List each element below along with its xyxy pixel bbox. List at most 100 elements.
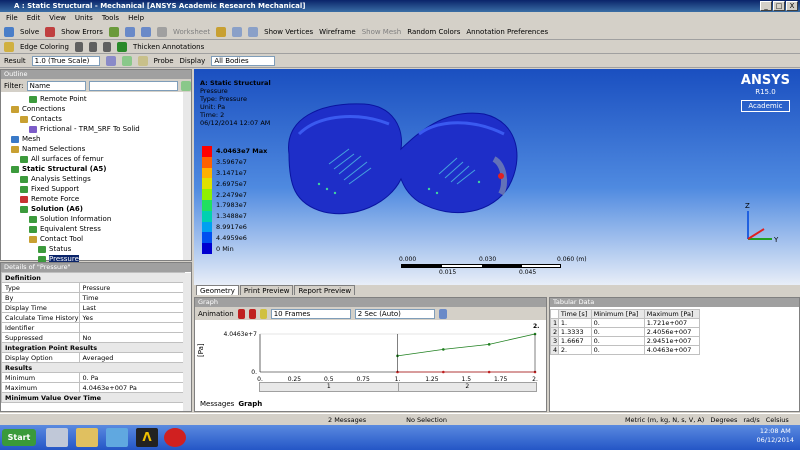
tabular-column-header[interactable]: Minimum [Pa] xyxy=(590,309,645,319)
table-row[interactable]: 2 1.3333 0. 2.4056e+007 xyxy=(550,327,701,337)
status-units[interactable]: Metric (m, kg, N, s, V, A) xyxy=(625,416,704,424)
tab-messages[interactable]: Messages xyxy=(200,400,234,408)
menu-view[interactable]: View xyxy=(49,12,66,25)
line-style-icon[interactable] xyxy=(88,41,97,52)
tree-item[interactable]: Contact Tool xyxy=(1,234,191,244)
wrench-icon[interactable] xyxy=(108,27,119,37)
tree-item[interactable]: Frictional - TRM_SRF To Solid xyxy=(1,124,191,134)
tree-item[interactable]: Named Selections xyxy=(1,144,191,154)
show-vertices-button[interactable]: Show Vertices xyxy=(264,28,313,36)
maximize-button[interactable]: □ xyxy=(773,1,785,11)
details-scrollbar[interactable] xyxy=(183,273,191,411)
select-icon[interactable] xyxy=(124,27,135,37)
tab-print-preview[interactable]: Print Preview xyxy=(239,285,294,295)
details-value[interactable]: Last xyxy=(78,302,186,313)
tree-item[interactable]: Contacts xyxy=(1,114,191,124)
taskbar-app-mechanical[interactable] xyxy=(164,428,186,447)
play-icon[interactable] xyxy=(237,308,245,319)
details-group[interactable]: Minimum Value Over Time xyxy=(1,392,185,403)
worksheet-button[interactable]: Worksheet xyxy=(173,28,210,36)
tabular-column-header[interactable]: Maximum [Pa] xyxy=(643,309,701,319)
vector-icon[interactable] xyxy=(137,55,148,66)
show-mesh-button[interactable]: Show Mesh xyxy=(362,28,402,36)
status-rads[interactable]: rad/s xyxy=(743,416,759,424)
taskbar-app-explorer[interactable] xyxy=(46,428,68,447)
tabular-column-header[interactable]: Time [s] xyxy=(557,309,592,319)
details-value[interactable]: Pressure xyxy=(78,282,186,293)
tree-item[interactable]: Remote Force xyxy=(1,194,191,204)
tab-geometry[interactable]: Geometry xyxy=(196,285,239,295)
start-button[interactable]: Start xyxy=(2,429,36,446)
line-icon[interactable] xyxy=(74,41,83,52)
annotation-preferences-button[interactable]: Annotation Preferences xyxy=(466,28,548,36)
menu-help[interactable]: Help xyxy=(128,12,144,25)
femur-model[interactable] xyxy=(279,94,529,224)
contour-icon[interactable] xyxy=(105,55,116,66)
load-step-2[interactable]: 2 xyxy=(399,383,537,391)
close-button[interactable]: X xyxy=(786,1,798,11)
edges-icon[interactable] xyxy=(121,55,132,66)
taskbar-app-ansys[interactable]: Λ xyxy=(136,428,158,447)
filter-input[interactable] xyxy=(89,80,179,91)
menu-tools[interactable]: Tools xyxy=(102,12,119,25)
table-row[interactable]: 4 2. 0. 4.0463e+007 xyxy=(550,345,701,355)
table-row[interactable]: 1 1. 0. 1.721e+007 xyxy=(550,318,701,328)
tree-item[interactable]: Solution (A6) xyxy=(1,204,191,214)
status-degrees[interactable]: Degrees xyxy=(710,416,737,424)
random-colors-button[interactable]: Random Colors xyxy=(407,28,460,36)
tree-item[interactable]: Equivalent Stress xyxy=(1,224,191,234)
show-errors-button[interactable]: Show Errors xyxy=(61,28,103,36)
minimize-button[interactable]: _ xyxy=(760,1,772,11)
menu-units[interactable]: Units xyxy=(75,12,93,25)
tab-graph[interactable]: Graph xyxy=(238,400,262,408)
details-group[interactable]: Integration Point Results xyxy=(1,342,185,353)
status-messages[interactable]: 2 Messages xyxy=(328,416,366,424)
edge-style-icon[interactable] xyxy=(102,41,111,52)
export-icon[interactable] xyxy=(438,308,447,319)
menu-edit[interactable]: Edit xyxy=(27,12,41,25)
tree-item[interactable]: Analysis Settings xyxy=(1,174,191,184)
axis-triad[interactable]: Z Y xyxy=(734,199,784,247)
pan-icon[interactable] xyxy=(232,27,243,37)
duration-dropdown[interactable]: 2 Sec (Auto) xyxy=(354,308,435,319)
wireframe-button[interactable]: Wireframe xyxy=(319,28,356,36)
tree-item[interactable]: Status xyxy=(1,244,191,254)
tree-item[interactable]: All surfaces of femur xyxy=(1,154,191,164)
display-dropdown[interactable]: All Bodies xyxy=(211,55,276,66)
details-group[interactable]: Definition xyxy=(1,272,185,283)
details-value[interactable]: 0. Pa xyxy=(78,372,186,383)
tree-item[interactable]: Connections xyxy=(1,104,191,114)
details-group[interactable]: Results xyxy=(1,362,185,373)
rotate-icon[interactable] xyxy=(216,27,227,37)
tree-item[interactable]: Fixed Support xyxy=(1,184,191,194)
details-value[interactable]: Yes xyxy=(78,312,186,323)
frames-dropdown[interactable]: 10 Frames xyxy=(270,308,351,319)
table-row[interactable]: 3 1.6667 0. 2.9451e+007 xyxy=(550,336,701,346)
tree-item[interactable]: Remote Point xyxy=(1,94,191,104)
thicken-annotations-button[interactable]: Thicken Annotations xyxy=(133,43,204,51)
probe-button[interactable]: Probe xyxy=(154,57,174,65)
filter-dropdown[interactable]: Name xyxy=(26,80,86,91)
lightning-icon[interactable] xyxy=(4,27,14,37)
pressure-history-chart[interactable]: [Pa]4.0463e+70.0. 0.25 0.5 0.75 1. 1.25 1.5 1.7… xyxy=(195,320,545,392)
worksheet-icon[interactable] xyxy=(156,27,167,37)
tree-item[interactable]: Static Structural (A5) xyxy=(1,164,191,174)
taskbar-app-folder[interactable] xyxy=(76,428,98,447)
lightbulb-icon[interactable] xyxy=(259,308,267,319)
stop-icon[interactable] xyxy=(248,308,256,319)
edge-coloring-dropdown[interactable]: Edge Coloring xyxy=(20,43,69,51)
details-value[interactable]: Time xyxy=(78,292,186,303)
status-celsius[interactable]: Celsius xyxy=(766,416,789,424)
taskbar-app-workbench[interactable] xyxy=(106,428,128,447)
tab-report-preview[interactable]: Report Preview xyxy=(294,285,356,295)
details-value[interactable]: Averaged xyxy=(78,352,186,363)
filter-apply-icon[interactable] xyxy=(181,80,191,91)
load-step-1[interactable]: 1 xyxy=(260,383,399,391)
scale-dropdown[interactable]: 1.0 (True Scale) xyxy=(31,55,100,66)
outline-scrollbar[interactable] xyxy=(183,92,191,260)
fit-icon[interactable] xyxy=(248,27,259,37)
solve-button[interactable]: Solve xyxy=(20,28,39,36)
details-value[interactable]: No xyxy=(78,332,186,343)
details-value[interactable] xyxy=(78,322,186,333)
details-value[interactable]: 4.0463e+007 Pa xyxy=(78,382,186,393)
